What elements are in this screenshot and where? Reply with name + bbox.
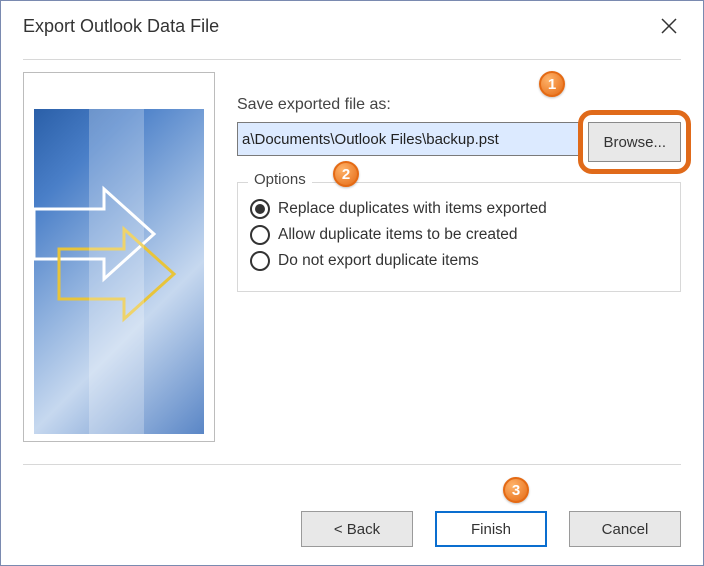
back-button[interactable]: < Back	[301, 511, 413, 547]
radio-icon	[250, 225, 270, 245]
file-path-input[interactable]	[237, 122, 580, 156]
dialog-title: Export Outlook Data File	[23, 16, 649, 37]
save-as-label: Save exported file as:	[237, 96, 681, 114]
close-icon	[661, 18, 677, 34]
titlebar: Export Outlook Data File	[1, 1, 703, 51]
wizard-graphic	[23, 72, 215, 442]
arrows-icon	[34, 109, 204, 434]
path-row: Browse...	[237, 122, 681, 162]
radio-label: Do not export duplicate items	[278, 252, 479, 270]
main-panel: Save exported file as: Browse... Options…	[237, 72, 681, 464]
close-button[interactable]	[649, 6, 689, 46]
cancel-button[interactable]: Cancel	[569, 511, 681, 547]
export-dialog: Export Outlook Data File	[0, 0, 704, 566]
radio-label: Replace duplicates with items exported	[278, 200, 547, 218]
radio-allow-duplicates[interactable]: Allow duplicate items to be created	[250, 225, 668, 245]
options-group: Options Replace duplicates with items ex…	[237, 182, 681, 292]
browse-button[interactable]: Browse...	[588, 122, 681, 162]
dialog-body: Save exported file as: Browse... Options…	[23, 59, 681, 465]
options-legend-text: Options	[254, 171, 306, 188]
radio-label: Allow duplicate items to be created	[278, 226, 518, 244]
radio-icon	[250, 251, 270, 271]
dialog-footer: < Back Finish Cancel	[23, 487, 681, 547]
radio-replace-duplicates[interactable]: Replace duplicates with items exported	[250, 199, 668, 219]
radio-no-export-duplicates[interactable]: Do not export duplicate items	[250, 251, 668, 271]
radio-icon	[250, 199, 270, 219]
finish-button[interactable]: Finish	[435, 511, 547, 547]
options-legend: Options	[248, 171, 312, 188]
